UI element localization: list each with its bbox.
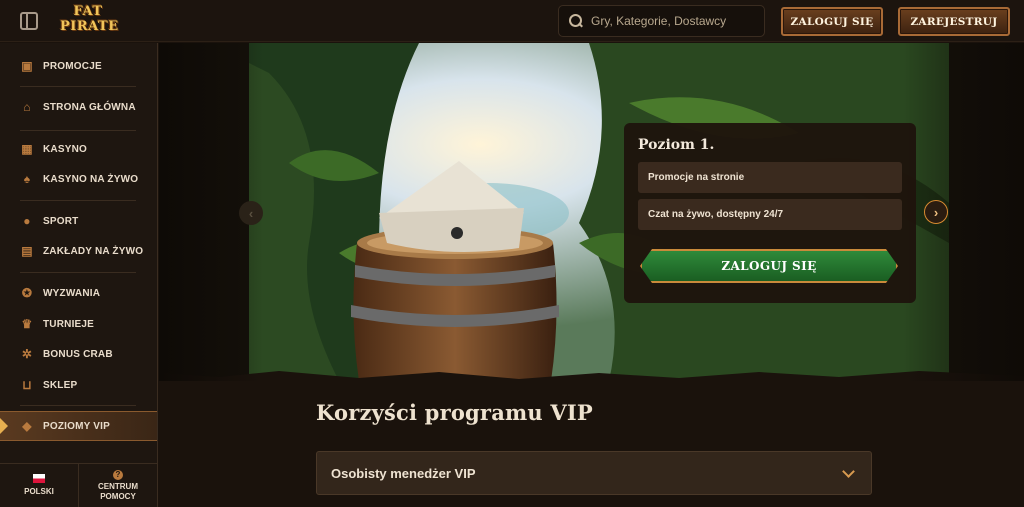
sidebar-item-label: POZIOMY VIP (43, 420, 111, 432)
accordion-personal-manager[interactable]: Osobisty menedżer VIP (316, 451, 872, 495)
chevron-down-icon (842, 465, 855, 478)
cards-icon: ♠ (23, 172, 31, 186)
sidebar-item-label: ZAKŁADY NA ŻYWO (43, 245, 144, 257)
crab-icon: ✲ (21, 347, 33, 361)
sidebar-footer: POLSKI ? CENTRUM POMOCY (0, 463, 157, 507)
login-button[interactable]: ZALOGUJ SIĘ (781, 7, 883, 36)
vip-login-button[interactable]: ZALOGUJ SIĘ (640, 249, 898, 283)
logo[interactable]: FAT PIRATE (60, 4, 119, 38)
sidebar-item-label: PROMOCJE (43, 60, 102, 72)
vip-level-card: Poziom 1. Promocje na stronie Czat na ży… (624, 123, 916, 303)
slot-machine-icon: ▦ (21, 142, 33, 156)
search-box[interactable] (558, 5, 765, 37)
sidebar-item-label: TURNIEJE (43, 318, 95, 330)
basket-icon: ⊔ (22, 378, 32, 392)
sidebar-item-label: KASYNO (43, 143, 87, 155)
sidebar-divider (20, 272, 136, 273)
sidebar-item-kasyno[interactable]: ▦ KASYNO (0, 135, 157, 163)
sidebar-item-turnieje[interactable]: ♛ TURNIEJE (0, 310, 157, 338)
sidebar-item-label: WYZWANIA (43, 287, 101, 299)
ball-icon: ● (23, 214, 31, 228)
gift-icon: ▣ (21, 59, 33, 73)
sidebar-item-label: STRONA GŁÓWNA (43, 101, 136, 113)
sidebar-item-bonus-crab[interactable]: ✲ BONUS CRAB (0, 340, 157, 368)
sidebar-item-zaklady-na-zywo[interactable]: ▤ ZAKŁADY NA ŻYWO (0, 237, 157, 265)
medal-icon: ✪ (21, 286, 33, 300)
sidebar-divider (20, 200, 136, 201)
trophy-icon: ♛ (21, 317, 33, 331)
sidebar-item-label: KASYNO NA ŻYWO (43, 173, 139, 185)
language-label: POLSKI (24, 487, 54, 496)
sidebar-item-label: SKLEP (43, 379, 78, 391)
top-bar: FAT PIRATE ZALOGUJ SIĘ ZAREJESTRUJ (0, 0, 1024, 42)
carousel-prev-button[interactable]: ‹ (239, 201, 263, 225)
register-button[interactable]: ZAREJESTRUJ (898, 7, 1010, 36)
help-center-link[interactable]: ? CENTRUM POMOCY (78, 464, 157, 507)
sidebar-item-label: BONUS CRAB (43, 348, 113, 360)
poland-flag-icon (33, 474, 45, 483)
sidebar-item-strona-glowna[interactable]: ⌂ STRONA GŁÓWNA (0, 93, 157, 121)
carousel-next-button[interactable]: › (924, 200, 948, 224)
sidebar-item-sklep[interactable]: ⊔ SKLEP (0, 371, 157, 399)
help-icon: ? (113, 469, 123, 480)
sidebar-item-wyzwania[interactable]: ✪ WYZWANIA (0, 279, 157, 307)
sidebar-divider (20, 130, 136, 131)
help-label-line-1: CENTRUM (98, 481, 138, 491)
logo-line-2: PIRATE (60, 19, 119, 34)
live-icon: ▤ (21, 244, 33, 258)
search-icon (569, 14, 583, 28)
app-root: FAT PIRATE ZALOGUJ SIĘ ZAREJESTRUJ ▣ PRO… (0, 0, 1024, 507)
help-label-line-2: POMOCY (100, 491, 136, 501)
sidebar-item-kasyno-na-zywo[interactable]: ♠ KASYNO NA ŻYWO (0, 165, 157, 193)
sidebar-toggle-icon[interactable] (20, 12, 38, 30)
search-input[interactable] (591, 14, 761, 28)
sidebar-item-sport[interactable]: ● SPORT (0, 207, 157, 235)
logo-line-1: FAT (73, 4, 103, 19)
accordion-label: Osobisty menedżer VIP (331, 465, 476, 481)
vip-perk-row: Promocje na stronie (638, 162, 902, 193)
vip-perk-row: Czat na żywo, dostępny 24/7 (638, 199, 902, 230)
vip-level-title: Poziom 1. (638, 137, 715, 153)
diamond-icon: ◆ (22, 419, 32, 433)
sidebar-item-poziomy-vip[interactable]: ◆ POZIOMY VIP (0, 411, 157, 441)
home-icon: ⌂ (23, 100, 31, 114)
language-selector[interactable]: POLSKI (0, 464, 78, 507)
sidebar-item-promocje[interactable]: ▣ PROMOCJE (0, 52, 157, 80)
section-title: Korzyści programu VIP (316, 400, 593, 425)
sidebar-item-label: SPORT (43, 215, 79, 227)
sidebar-divider (20, 86, 136, 87)
sidebar: ▣ PROMOCJE ⌂ STRONA GŁÓWNA ▦ KASYNO ♠ KA… (0, 43, 158, 507)
sidebar-divider (20, 405, 136, 406)
